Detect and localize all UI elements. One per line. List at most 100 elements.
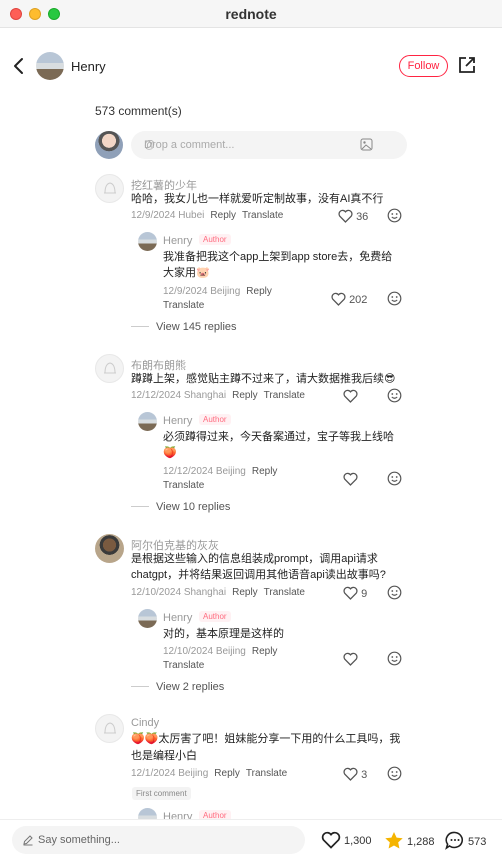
reply-button[interactable]: Reply xyxy=(214,768,240,779)
heart-icon xyxy=(343,652,358,666)
comment-user-name[interactable]: Cindy xyxy=(131,717,159,729)
reply-avatar[interactable] xyxy=(138,412,157,431)
heart-icon xyxy=(321,831,341,849)
author-name[interactable]: Henry xyxy=(71,59,106,74)
heart-icon xyxy=(343,472,358,486)
reply-button[interactable]: Reply xyxy=(252,646,278,657)
reply-button[interactable]: Reply xyxy=(232,390,258,401)
user-avatar[interactable] xyxy=(95,534,124,563)
comment-meta: 12/1/2024 Beijing Reply Translate xyxy=(131,768,287,779)
post-collect-button[interactable]: 1,288 xyxy=(384,831,435,850)
comment-date: 12/1/2024 Beijing xyxy=(131,768,209,779)
author-badge: Author xyxy=(199,234,231,245)
reply-text-line: 🍑 xyxy=(163,447,177,459)
emoji-reaction-icon[interactable] xyxy=(387,766,402,781)
reply-meta: 12/9/2024 Beijing Reply xyxy=(163,286,272,297)
view-replies-link[interactable]: View 2 replies xyxy=(131,681,224,693)
reply-button[interactable]: Reply xyxy=(252,466,278,477)
like-button[interactable] xyxy=(343,472,358,486)
follow-button[interactable]: Follow xyxy=(399,55,448,77)
translate-button[interactable]: Translate xyxy=(246,768,287,779)
view-replies-label[interactable]: View 2 replies xyxy=(156,681,224,693)
translate-button[interactable]: Translate xyxy=(264,587,305,598)
comment-meta: 12/12/2024 Shanghai Reply Translate xyxy=(131,390,305,401)
reply-avatar[interactable] xyxy=(138,609,157,628)
default-avatar-icon xyxy=(104,182,116,194)
emoji-reaction-icon[interactable] xyxy=(387,388,402,403)
user-avatar[interactable] xyxy=(95,714,124,743)
like-button[interactable] xyxy=(343,652,358,666)
author-avatar[interactable] xyxy=(36,52,64,80)
emoji-reaction-icon[interactable] xyxy=(387,471,402,486)
translate-label[interactable]: Translate xyxy=(163,300,204,311)
reply-button[interactable]: Reply xyxy=(246,286,272,297)
like-button[interactable]: 9 xyxy=(343,586,367,600)
translate-button[interactable]: Translate xyxy=(242,210,283,221)
post-like-button[interactable]: 1,300 xyxy=(321,831,372,849)
comment-input[interactable]: Drop a comment... @ xyxy=(131,131,407,159)
default-avatar-icon xyxy=(104,362,116,374)
view-replies-link[interactable]: View 145 replies xyxy=(131,321,237,333)
like-count: 3 xyxy=(361,769,368,781)
reply-avatar[interactable] xyxy=(138,232,157,251)
translate-button[interactable]: Translate xyxy=(163,480,204,491)
comment-meta: 12/10/2024 Shanghai Reply Translate xyxy=(131,587,305,598)
reply-meta: 12/10/2024 Beijing Reply xyxy=(163,646,277,657)
translate-button[interactable]: Translate xyxy=(264,390,305,401)
mention-icon[interactable]: @ xyxy=(144,139,155,151)
back-arrow-icon[interactable] xyxy=(12,56,26,76)
post-comment-count: 573 xyxy=(468,836,487,848)
heart-icon xyxy=(331,292,346,306)
reply-date: 12/12/2024 Beijing xyxy=(163,466,246,477)
comment-input-placeholder: Drop a comment... xyxy=(144,139,235,151)
post-comment-button[interactable]: 573 xyxy=(445,831,486,850)
reply-button[interactable]: Reply xyxy=(210,210,236,221)
reply-button[interactable]: Reply xyxy=(232,587,258,598)
comment-text-line: 🍑🍑太厉害了吧！姐妹能分享一下用的什么工具吗，我 xyxy=(131,733,401,745)
comment-count: 573 comment(s) xyxy=(95,104,182,118)
like-button[interactable] xyxy=(343,389,358,403)
translate-label[interactable]: Translate xyxy=(163,480,204,491)
reply-text-line: 大家用🐷 xyxy=(163,267,210,279)
heart-icon xyxy=(343,586,358,600)
share-icon[interactable] xyxy=(458,56,476,74)
comment-date: 12/9/2024 Hubei xyxy=(131,210,205,221)
heart-icon xyxy=(343,767,358,781)
default-avatar-icon xyxy=(104,722,116,734)
post-collect-count: 1,288 xyxy=(407,836,435,848)
comment-text-line: chatgpt，并将结果返回调用其他语音api读出故事吗? xyxy=(131,569,386,581)
translate-label[interactable]: Translate xyxy=(163,660,204,671)
like-button[interactable]: 202 xyxy=(331,292,367,306)
user-avatar[interactable] xyxy=(95,174,124,203)
like-button[interactable]: 36 xyxy=(338,209,368,223)
view-replies-label[interactable]: View 145 replies xyxy=(156,321,237,333)
window-title: rednote xyxy=(225,6,277,22)
comment-text: 蹲蹲上架，感觉贴主蹲不过来了，请大数据推我后续😎 xyxy=(131,373,396,385)
post-like-count: 1,300 xyxy=(344,835,372,847)
heart-icon xyxy=(343,389,358,403)
comment-meta: 12/9/2024 Hubei Reply Translate xyxy=(131,210,283,221)
reply-date: 12/10/2024 Beijing xyxy=(163,646,246,657)
reply-date: 12/9/2024 Beijing xyxy=(163,286,241,297)
image-icon[interactable] xyxy=(360,138,373,151)
emoji-reaction-icon[interactable] xyxy=(387,651,402,666)
say-something-input[interactable]: Say something... xyxy=(12,826,305,854)
heart-icon xyxy=(338,209,353,223)
user-avatar[interactable] xyxy=(95,354,124,383)
view-replies-link[interactable]: View 10 replies xyxy=(131,501,230,513)
reply-text-line: 我准备把我这个app上架到app store去，免费给 xyxy=(163,251,393,263)
reply-user-name[interactable]: Henry xyxy=(163,612,192,624)
like-count: 36 xyxy=(356,211,369,223)
reply-user-name[interactable]: Henry xyxy=(163,235,192,247)
translate-button[interactable]: Translate xyxy=(163,660,204,671)
emoji-reaction-icon[interactable] xyxy=(387,208,402,223)
emoji-reaction-icon[interactable] xyxy=(387,585,402,600)
say-something-placeholder: Say something... xyxy=(38,834,120,846)
emoji-reaction-icon[interactable] xyxy=(387,291,402,306)
first-comment-badge: First comment xyxy=(132,787,191,800)
like-button[interactable]: 3 xyxy=(343,767,367,781)
reply-user-name[interactable]: Henry xyxy=(163,415,192,427)
translate-button[interactable]: Translate xyxy=(163,300,204,311)
window-titlebar: rednote xyxy=(0,0,502,28)
view-replies-label[interactable]: View 10 replies xyxy=(156,501,230,513)
